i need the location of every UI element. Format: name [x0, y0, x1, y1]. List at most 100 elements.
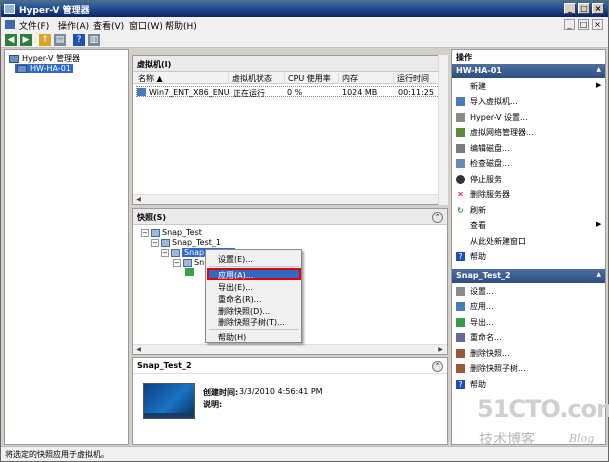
app-icon: [4, 4, 15, 14]
notes-label: 说明:: [203, 400, 223, 409]
action-import-vm[interactable]: 导入虚拟机...: [456, 96, 518, 107]
actions-title: 操作: [456, 53, 472, 62]
export-icon: [456, 318, 465, 327]
vm-row[interactable]: Win7_ENT_X86_ENU 正在运行 0 % 1024 MB 00:11:…: [136, 86, 444, 98]
edit-disk-icon: [456, 144, 465, 153]
minimize-button[interactable]: _: [564, 3, 576, 14]
snapshot-thumbnail: [143, 383, 195, 419]
action-snap-apply[interactable]: 应用...: [456, 301, 494, 312]
forward-icon[interactable]: ▶: [20, 34, 32, 46]
delete-snapshot-icon: [456, 349, 465, 358]
collapse-icon[interactable]: −: [161, 248, 169, 257]
ctx-apply[interactable]: 应用(A)...: [218, 270, 253, 281]
menu-view[interactable]: 查看(V): [93, 19, 124, 32]
vm-hscrollbar[interactable]: ◀ ▶: [133, 194, 447, 204]
created-label: 创建时间:: [203, 388, 239, 397]
show-hide-action-pane-icon[interactable]: ▥: [88, 34, 100, 46]
ctx-export[interactable]: 导出(E)...: [218, 282, 253, 293]
blank-icon: [456, 221, 465, 230]
menu-action[interactable]: 操作(A): [58, 19, 89, 32]
scroll-left-icon[interactable]: ◀: [134, 345, 143, 354]
action-snap-export[interactable]: 导出...: [456, 317, 494, 328]
actions-pane: 操作 HW-HA-01 ▲ 新建 ▶ 导入虚拟机... Hyper-V 设置... …: [451, 49, 606, 445]
menu-window[interactable]: 窗口(W): [129, 19, 163, 32]
child-close-button[interactable]: ×: [592, 19, 603, 30]
action-view[interactable]: 查看 ▶: [456, 220, 601, 231]
col-uptime[interactable]: 运行时间: [393, 73, 429, 84]
action-virtual-network[interactable]: 虚拟网络管理器...: [456, 127, 534, 138]
snapshot-item[interactable]: − Sn: [173, 258, 204, 267]
actions-server-section[interactable]: HW-HA-01 ▲: [452, 64, 605, 78]
scroll-right-icon[interactable]: ▶: [436, 345, 445, 354]
action-snap-rename[interactable]: 重命名...: [456, 332, 502, 343]
collapse-arrow-icon[interactable]: ▲: [596, 66, 601, 73]
action-snap-delete[interactable]: 删除快照...: [456, 348, 510, 359]
ctx-help[interactable]: 帮助(H): [218, 332, 246, 343]
delete-subtree-icon: [456, 364, 465, 373]
action-new[interactable]: 新建 ▶: [456, 81, 601, 92]
menu-file[interactable]: 文件(F): [19, 19, 49, 32]
vm-name: Win7_ENT_X86_ENU: [149, 88, 230, 97]
ctx-settings[interactable]: 设置(E)...: [218, 254, 253, 265]
vm-state: 正在运行: [233, 89, 265, 98]
tree-server-node[interactable]: HW-HA-01: [15, 64, 73, 73]
help-icon[interactable]: ?: [73, 34, 85, 46]
action-hyperv-settings[interactable]: Hyper-V 设置...: [456, 112, 528, 123]
collapse-snapshots-icon[interactable]: ⌃: [432, 212, 443, 223]
mmc-icon: [5, 20, 15, 29]
snapshot-icon: [161, 238, 170, 247]
action-new-window[interactable]: 从此处新建窗口: [456, 236, 526, 247]
now-icon: [185, 268, 194, 276]
settings-icon: [456, 287, 465, 296]
maximize-button[interactable]: □: [578, 3, 590, 14]
help-icon: ?: [456, 380, 465, 389]
details-panel: Snap_Test_2 创建时间: 3/3/2010 4:56:41 PM 说明…: [132, 357, 448, 445]
back-icon[interactable]: ◀: [5, 34, 17, 46]
separator: [209, 329, 299, 330]
action-snap-delete-subtree[interactable]: 删除快照子树...: [456, 363, 526, 374]
action-snap-settings[interactable]: 设置...: [456, 286, 494, 297]
close-button[interactable]: ×: [592, 3, 604, 14]
child-minimize-button[interactable]: _: [564, 19, 575, 30]
show-hide-tree-icon[interactable]: ▤: [54, 34, 66, 46]
blank-icon: [456, 237, 465, 246]
action-remove-server[interactable]: ✕ 删除服务器: [456, 189, 510, 200]
vm-panel: 虚拟机(I) 名称 ▲ 虚拟机状态 CPU 使用率 内存 运行时间 Win7_E…: [132, 55, 448, 205]
collapse-arrow-icon[interactable]: ▲: [596, 271, 601, 278]
context-menu: 设置(E)... 应用(A)... 导出(E)... 重命名(R)... 删除快…: [205, 249, 302, 343]
action-refresh[interactable]: ↻ 刷新: [456, 205, 486, 216]
action-snap-help[interactable]: ? 帮助: [456, 379, 486, 390]
collapse-icon[interactable]: −: [151, 238, 159, 247]
ctx-delete-subtree[interactable]: 删除快照子树(T)...: [218, 317, 285, 328]
collapse-icon[interactable]: −: [173, 258, 181, 267]
col-name[interactable]: 名称 ▲: [135, 73, 163, 84]
hyperv-manager-window: Hyper-V 管理器 _ □ × 文件(F) 操作(A) 查看(V) 窗口(W…: [0, 0, 609, 462]
col-memory[interactable]: 内存: [338, 73, 358, 84]
up-folder-icon[interactable]: ↑: [39, 34, 51, 46]
menu-help[interactable]: 帮助(H): [165, 19, 197, 32]
toolbar: ◀ ▶ ↑ ▤ ? ▥: [1, 32, 608, 48]
watermark-tagline: 技术博客: [479, 432, 535, 448]
col-cpu[interactable]: CPU 使用率: [284, 73, 331, 84]
snapshot-item[interactable]: − Snap_Test_1: [151, 238, 221, 247]
snapshot-item[interactable]: − Snap_Test: [141, 228, 202, 237]
collapse-details-icon[interactable]: ⌃: [432, 361, 443, 372]
tree-root[interactable]: Hyper-V 管理器: [9, 53, 80, 64]
stop-icon: [456, 175, 465, 184]
action-edit-disk[interactable]: 编辑磁盘...: [456, 143, 510, 154]
action-inspect-disk[interactable]: 检查磁盘...: [456, 158, 510, 169]
actions-snapshot-section[interactable]: Snap_Test_2 ▲: [452, 269, 605, 283]
child-restore-button[interactable]: □: [578, 19, 589, 30]
ctx-rename[interactable]: 重命名(R)...: [218, 294, 261, 305]
snapshot-hscrollbar[interactable]: ◀ ▶: [133, 344, 447, 354]
action-help[interactable]: ? 帮助: [456, 251, 486, 262]
ctx-delete-snapshot[interactable]: 删除快照(D)...: [218, 306, 270, 317]
delete-icon: ✕: [457, 190, 464, 199]
scroll-left-icon[interactable]: ◀: [134, 195, 143, 204]
collapse-icon[interactable]: −: [141, 228, 149, 237]
action-stop-service[interactable]: 停止服务: [456, 174, 502, 185]
vm-grid-header: 名称 ▲ 虚拟机状态 CPU 使用率 内存 运行时间: [133, 72, 447, 84]
vm-panel-title: 虚拟机(I): [133, 56, 447, 72]
vm-vscrollbar[interactable]: [438, 55, 448, 205]
col-state[interactable]: 虚拟机状态: [228, 73, 272, 84]
